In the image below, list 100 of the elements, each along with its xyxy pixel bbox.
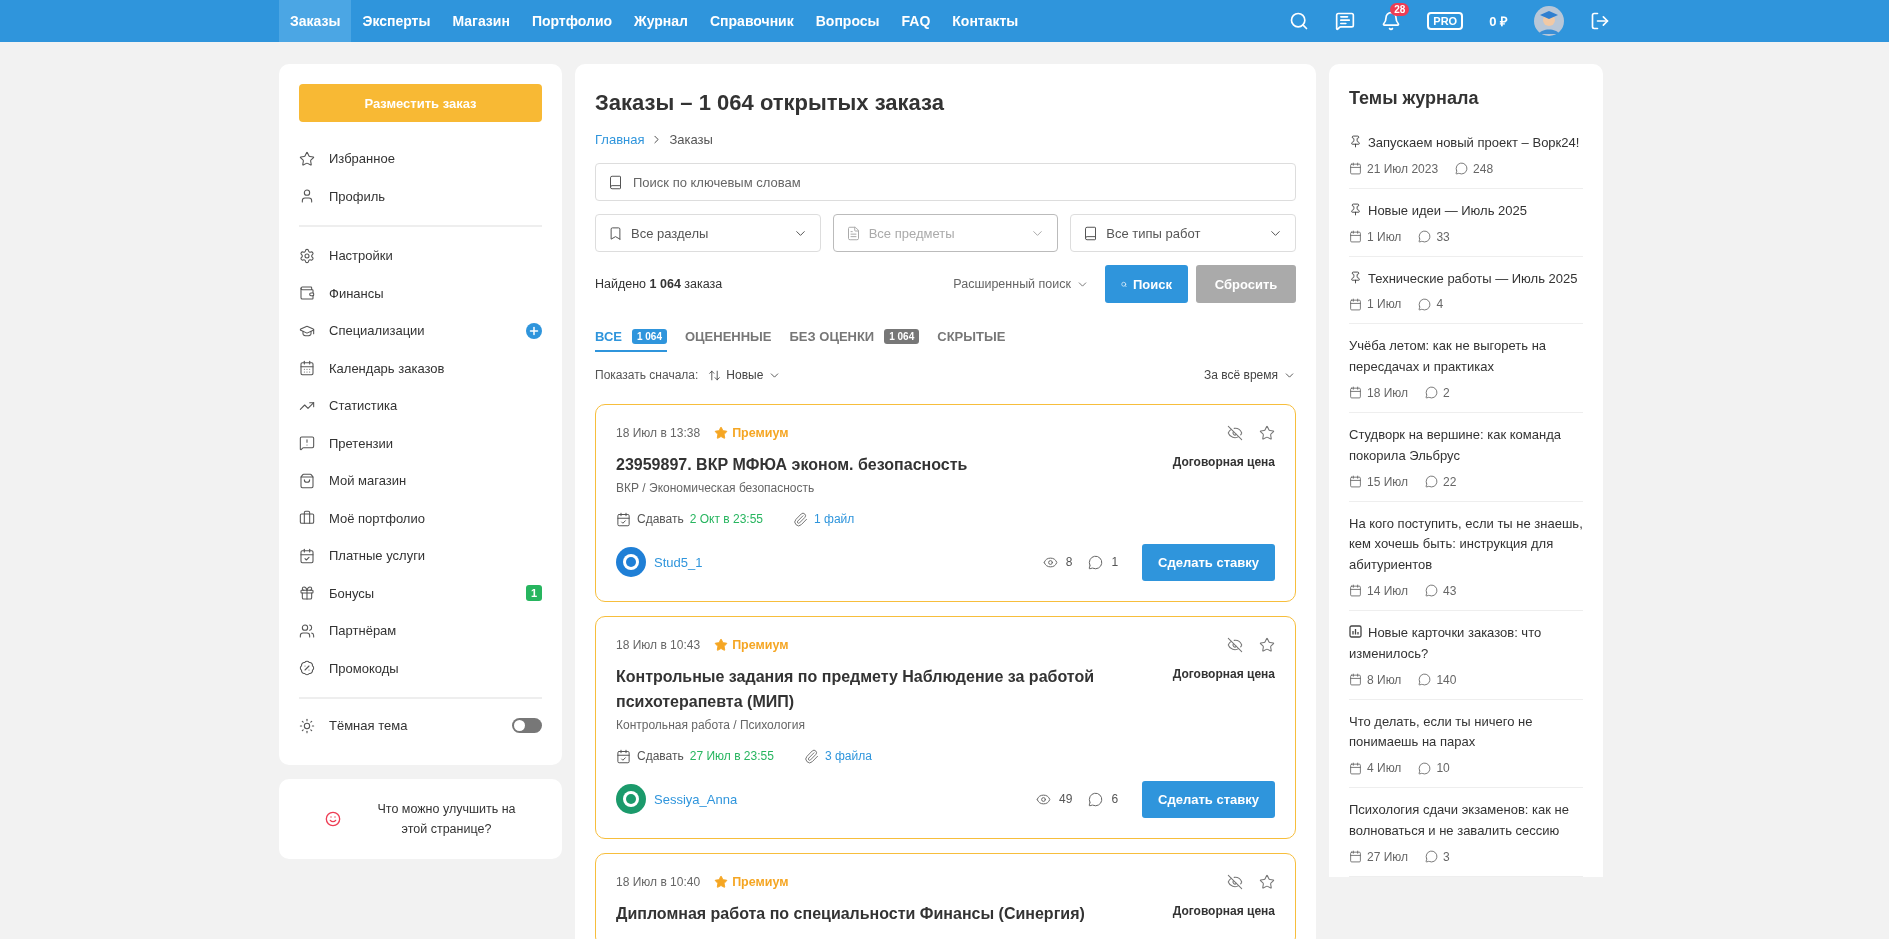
author-avatar[interactable] [616, 547, 646, 578]
calendar-check-icon [299, 547, 315, 564]
order-price: Договорная цена [1172, 454, 1275, 469]
tab[interactable]: СКРЫТЫЕ [937, 329, 1006, 352]
comment-icon [1425, 475, 1439, 489]
sidebar-link[interactable]: Статистика [329, 398, 398, 414]
smile-icon [324, 810, 341, 827]
plus-icon [528, 324, 540, 337]
order-price: Договорная цена [1172, 665, 1275, 681]
tab[interactable]: ОЦЕНЕННЫЕ [685, 329, 772, 352]
journal-link[interactable]: Что делать, если ты ничего не понимаешь на парах [1349, 711, 1583, 754]
period-dropdown[interactable]: За всё время [1204, 368, 1296, 382]
journal-link[interactable]: Психология сдачи экзаменов: как не волноваться и не завалить сессию [1349, 800, 1583, 842]
sidebar-link[interactable]: Настройки [329, 248, 393, 264]
journal-comments: 33 [1436, 229, 1450, 244]
author-avatar[interactable] [616, 784, 646, 815]
logout-icon[interactable] [1590, 11, 1610, 31]
journal-link[interactable]: Студворк на вершине: как команда покорила Эльбрус [1349, 425, 1583, 467]
settings-icon [299, 247, 315, 264]
order-title[interactable]: 23959897. ВКР МФЮА эконом. безопасность [616, 452, 1153, 478]
filter-dropdown[interactable]: Все типы работ [1070, 214, 1296, 252]
sidebar-link[interactable]: Промокоды [329, 660, 399, 676]
order-title[interactable]: Дипломная работа по специальности Финансы (Синергия) [616, 900, 1153, 927]
comment-icon [1418, 297, 1432, 311]
sidebar-link[interactable]: Избранное [329, 151, 395, 167]
sidebar-link[interactable]: Финансы [329, 285, 384, 301]
sidebar-link[interactable]: Претензии [329, 435, 394, 451]
journal-link[interactable]: Новые идеи — Июль 2025 [1349, 200, 1583, 222]
comments-count: 6 [1111, 792, 1119, 807]
sidebar-link[interactable]: Мой магазин [329, 473, 407, 489]
sort-icon [708, 368, 722, 382]
journal-link[interactable]: Технические работы — Июль 2025 [1349, 268, 1583, 290]
favorite-icon [1259, 636, 1275, 653]
journal-link[interactable]: Запускаем новый проект – Ворк24! [1349, 133, 1583, 154]
order-category: ВКР / Экономическая безопасность [616, 480, 815, 495]
tab[interactable]: БЕЗ ОЦЕНКИ 1 064 [789, 329, 920, 352]
add-button[interactable] [526, 322, 542, 339]
comment-icon [1418, 761, 1432, 775]
count-badge: 1 [525, 585, 542, 602]
calendar-icon [1349, 850, 1362, 864]
pin-icon [1349, 270, 1362, 284]
journal-link[interactable]: На кого поступить, если ты не знаешь, кем хочешь быть: инструкция для абитуриентов [1349, 513, 1583, 576]
journal-comments: 10 [1436, 761, 1450, 776]
sidebar-link[interactable]: Моё портфолио [329, 510, 425, 526]
sidebar-link[interactable]: Профиль [329, 188, 386, 204]
order-category: Контрольная работа / Психология [616, 717, 805, 732]
dark-theme-label: Тёмная тема [329, 718, 408, 734]
comment-icon [1088, 791, 1104, 807]
calendar-icon [1349, 230, 1362, 244]
avatar[interactable] [1534, 6, 1564, 36]
journal-date: 4 Июл [1367, 761, 1402, 776]
sun-icon [299, 717, 315, 734]
sort-label: Показать сначала: [595, 368, 699, 382]
breadcrumb-current[interactable]: Заказы [669, 132, 713, 147]
journal-link[interactable]: Новые карточки заказов: что изменилось? [1349, 622, 1583, 665]
page-title: Заказы – 1 064 открытых заказа [595, 90, 945, 116]
paperclip-icon [793, 511, 809, 527]
comment-icon [1088, 554, 1104, 570]
comment-icon [1425, 584, 1439, 598]
calendar-icon [1349, 162, 1362, 176]
journal-link[interactable]: Учёба летом: как не выгореть на пересдачах и практиках [1349, 336, 1583, 378]
pin-icon [1349, 135, 1362, 148]
notification-badge: 28 [1390, 3, 1410, 16]
sidebar-link[interactable]: Бонусы [329, 585, 375, 601]
alert-message-icon [299, 435, 315, 452]
journal-date: 1 Июл [1367, 297, 1402, 312]
calendar-icon [1349, 297, 1362, 311]
calendar-check-icon [616, 511, 631, 527]
wallet-icon [299, 285, 315, 302]
sidebar-link[interactable]: Платные услуги [329, 548, 426, 564]
favorite-icon [1259, 425, 1275, 441]
gift-icon [299, 585, 315, 602]
journal-comments: 3 [1443, 849, 1450, 864]
hide-icon [1227, 873, 1243, 890]
paperclip-icon [803, 748, 819, 764]
calendar-icon [299, 360, 315, 377]
bell-icon[interactable] [1381, 11, 1402, 31]
sidebar-link[interactable]: Специализации [329, 323, 425, 339]
sort-dropdown[interactable]: Новые [708, 368, 782, 382]
views-count: 49 [1059, 792, 1073, 807]
users-icon [299, 622, 315, 639]
journal-date: 27 Июл [1367, 849, 1409, 864]
search-icon[interactable] [1289, 11, 1310, 31]
journal-date: 14 Июл [1367, 583, 1409, 598]
shopping-bag-icon [299, 472, 315, 489]
journal-date: 1 Июл [1367, 229, 1402, 244]
dark-theme-toggle[interactable] [512, 718, 542, 734]
sidebar-link[interactable]: Партнёрам [329, 623, 397, 639]
sidebar-link[interactable]: Календарь заказов [329, 360, 445, 376]
order-title[interactable]: Контрольные задания по предмету Наблюдение за работой психотерапевта (МИП) [616, 663, 1153, 715]
search-field[interactable]: Поиск по ключевым словам [595, 163, 1296, 201]
filter-dropdown[interactable]: Все разделы [595, 214, 821, 252]
calendar-icon [1349, 673, 1362, 687]
advanced-search-link[interactable]: Расширенный поиск [953, 277, 1089, 291]
calendar-icon [1349, 761, 1362, 775]
journal-comments: 43 [1443, 583, 1457, 598]
book-icon [1083, 225, 1099, 241]
deadline-date: 27 Июл в 23:55 [689, 749, 774, 764]
messages-icon[interactable] [1335, 11, 1356, 31]
comments-count: 1 [1111, 555, 1119, 570]
